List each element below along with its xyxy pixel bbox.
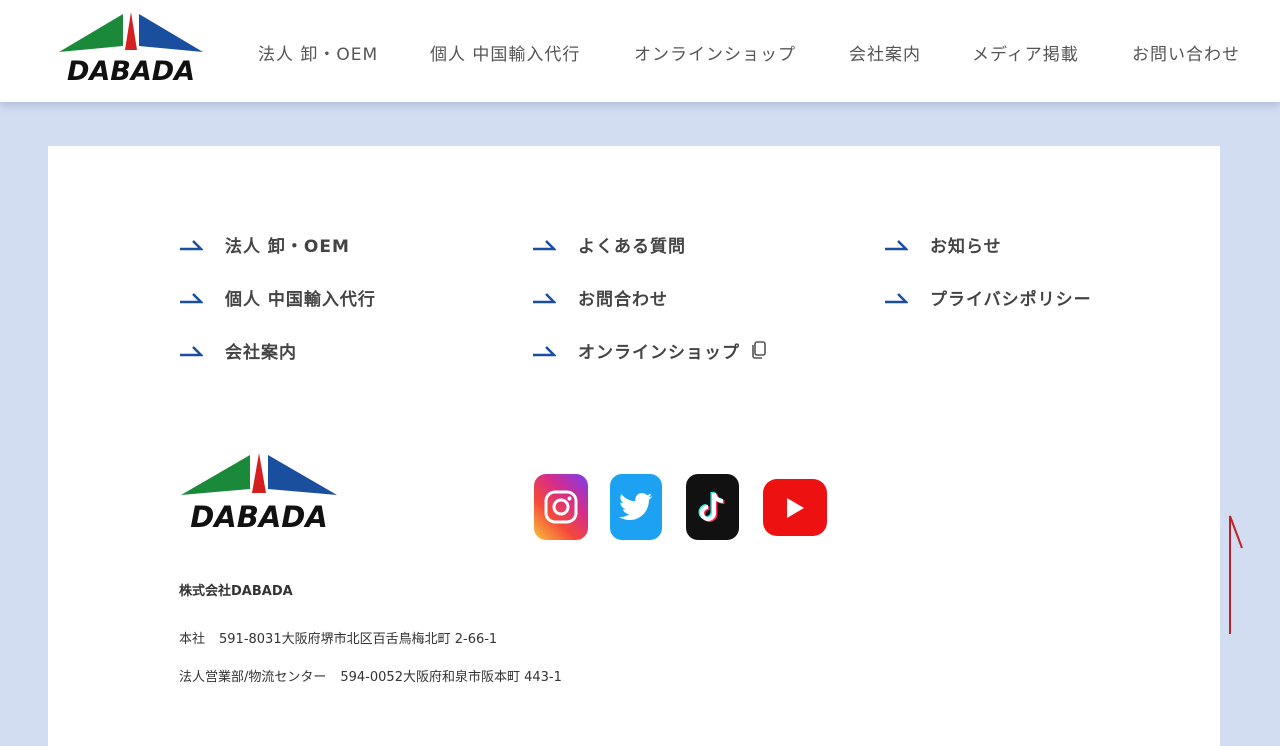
address-hq-value: 591-8031大阪府堺市北区百舌鳥梅北町 2-66-1 <box>219 632 498 647</box>
arrow-right-icon <box>533 293 556 304</box>
instagram-icon <box>544 490 578 524</box>
footer-link-label: 法人 卸・OEM <box>225 236 350 257</box>
footer-link-label: プライバシポリシー <box>930 289 1092 310</box>
dabada-logo-icon: DABADA <box>181 453 337 533</box>
arrow-right-icon <box>533 240 556 251</box>
nav-item-import-agent[interactable]: 個人 中国輸入代行 <box>430 40 580 65</box>
arrow-right-icon <box>180 346 203 357</box>
scroll-to-top-button[interactable] <box>1222 512 1244 638</box>
footer-panel: 法人 卸・OEM 個人 中国輸入代行 会社案内 よくある質問 お問合わせ オンラ… <box>48 146 1220 746</box>
instagram-button[interactable] <box>534 474 588 540</box>
address-center-label: 法人営業部/物流センター <box>179 670 327 685</box>
tiktok-button[interactable] <box>686 474 739 540</box>
youtube-button[interactable] <box>763 479 827 536</box>
footer-link-label: お知らせ <box>930 236 1002 257</box>
twitter-icon <box>619 492 653 521</box>
external-link-icon <box>752 341 766 359</box>
arrow-right-icon <box>180 240 203 251</box>
footer-link-online-shop[interactable]: オンラインショップ <box>532 338 766 363</box>
footer-link-faq[interactable]: よくある質問 <box>532 232 686 257</box>
nav-item-online-shop[interactable]: オンラインショップ <box>634 40 796 65</box>
arrow-right-icon <box>885 293 908 304</box>
twitter-button[interactable] <box>610 474 662 540</box>
tiktok-icon <box>698 491 725 522</box>
company-name: 株式会社DABADA <box>179 584 293 599</box>
footer-link-corporate-oem[interactable]: 法人 卸・OEM <box>179 232 350 257</box>
nav-item-company[interactable]: 会社案内 <box>849 40 921 65</box>
footer-link-label: 会社案内 <box>225 342 297 363</box>
footer-logo[interactable]: DABADA <box>179 451 339 533</box>
address-headquarters: 本社 591-8031大阪府堺市北区百舌鳥梅北町 2-66-1 <box>179 628 497 647</box>
site-header: DABADA 法人 卸・OEM 個人 中国輸入代行 オンラインショップ 会社案内… <box>0 0 1280 102</box>
arrow-right-icon <box>180 293 203 304</box>
footer-link-label: 個人 中国輸入代行 <box>225 289 376 310</box>
address-hq-label: 本社 <box>179 632 206 647</box>
footer-link-label: お問合わせ <box>578 289 668 310</box>
nav-item-contact[interactable]: お問い合わせ <box>1132 40 1240 65</box>
nav-item-media[interactable]: メディア掲載 <box>972 40 1079 65</box>
nav-item-corporate-oem[interactable]: 法人 卸・OEM <box>258 40 378 65</box>
address-logistics-center: 法人営業部/物流センター 594-0052大阪府和泉市阪本町 443-1 <box>179 666 562 685</box>
svg-text:DABADA: DABADA <box>190 500 328 533</box>
footer-link-label: よくある質問 <box>578 236 686 257</box>
footer-link-import-agent[interactable]: 個人 中国輸入代行 <box>179 285 376 310</box>
footer-link-label: オンラインショップ <box>578 342 740 363</box>
arrow-up-icon <box>1229 515 1243 634</box>
youtube-play-icon <box>787 497 804 518</box>
arrow-right-icon <box>885 240 908 251</box>
footer-link-news[interactable]: お知らせ <box>884 232 1002 257</box>
footer-link-company[interactable]: 会社案内 <box>179 338 297 363</box>
main-nav: 法人 卸・OEM 個人 中国輸入代行 オンラインショップ 会社案内 メディア掲載… <box>0 0 1280 102</box>
arrow-right-icon <box>533 346 556 357</box>
footer-link-privacy-policy[interactable]: プライバシポリシー <box>884 285 1092 310</box>
footer-link-contact[interactable]: お問合わせ <box>532 285 668 310</box>
address-center-value: 594-0052大阪府和泉市阪本町 443-1 <box>340 670 562 685</box>
